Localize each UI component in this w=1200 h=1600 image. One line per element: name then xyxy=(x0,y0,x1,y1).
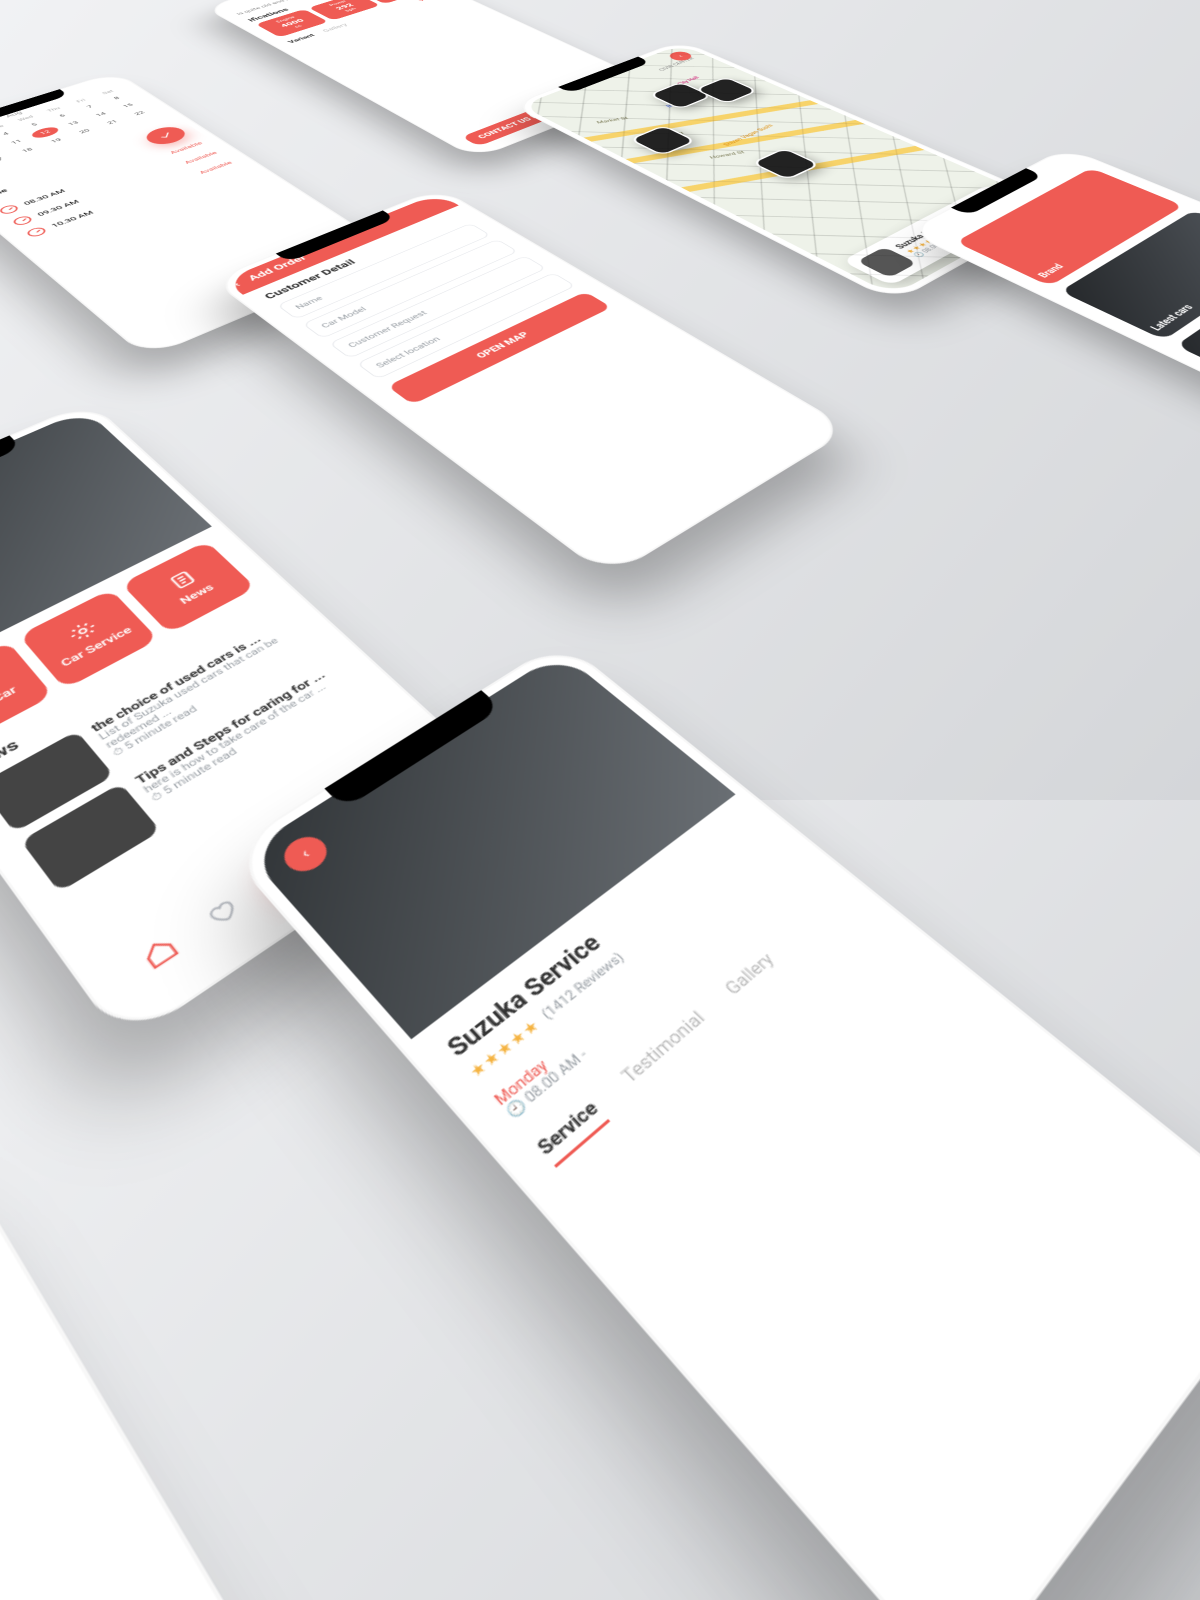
street-label: Howard St xyxy=(709,150,746,160)
poi-label: CIVIC CENTER xyxy=(658,57,696,72)
map-pin[interactable] xyxy=(751,148,821,181)
street-label: Mission St xyxy=(648,131,685,140)
nav-home-icon[interactable] xyxy=(138,933,183,973)
tab-service[interactable]: Service xyxy=(534,1098,610,1168)
back-button[interactable]: ‹ xyxy=(666,50,696,62)
poi-label: Civic City Hall xyxy=(664,76,701,91)
tab-gallery[interactable]: Gallery xyxy=(722,950,786,1006)
poi-label: Bill Graham Civic Auditorium xyxy=(665,79,737,109)
tab-variant[interactable]: Variant xyxy=(286,33,316,44)
confirm-date-button[interactable] xyxy=(140,124,192,148)
calendar-day[interactable]: 17 xyxy=(0,152,15,167)
news-thumb xyxy=(21,783,161,892)
street-label: Market St xyxy=(596,116,629,124)
poi-label: Shizen Vegan Sushi xyxy=(722,124,775,147)
view-all-link[interactable]: View all xyxy=(417,0,442,2)
map-pin[interactable] xyxy=(629,125,697,156)
tab-gallery[interactable]: Gallery xyxy=(321,23,349,33)
map-pin[interactable] xyxy=(694,76,758,104)
map-pin[interactable] xyxy=(648,82,713,110)
service-thumb xyxy=(857,247,917,278)
time-label: Time xyxy=(0,188,9,200)
nav-heart-icon[interactable] xyxy=(202,895,242,929)
clock-icon xyxy=(25,226,49,238)
